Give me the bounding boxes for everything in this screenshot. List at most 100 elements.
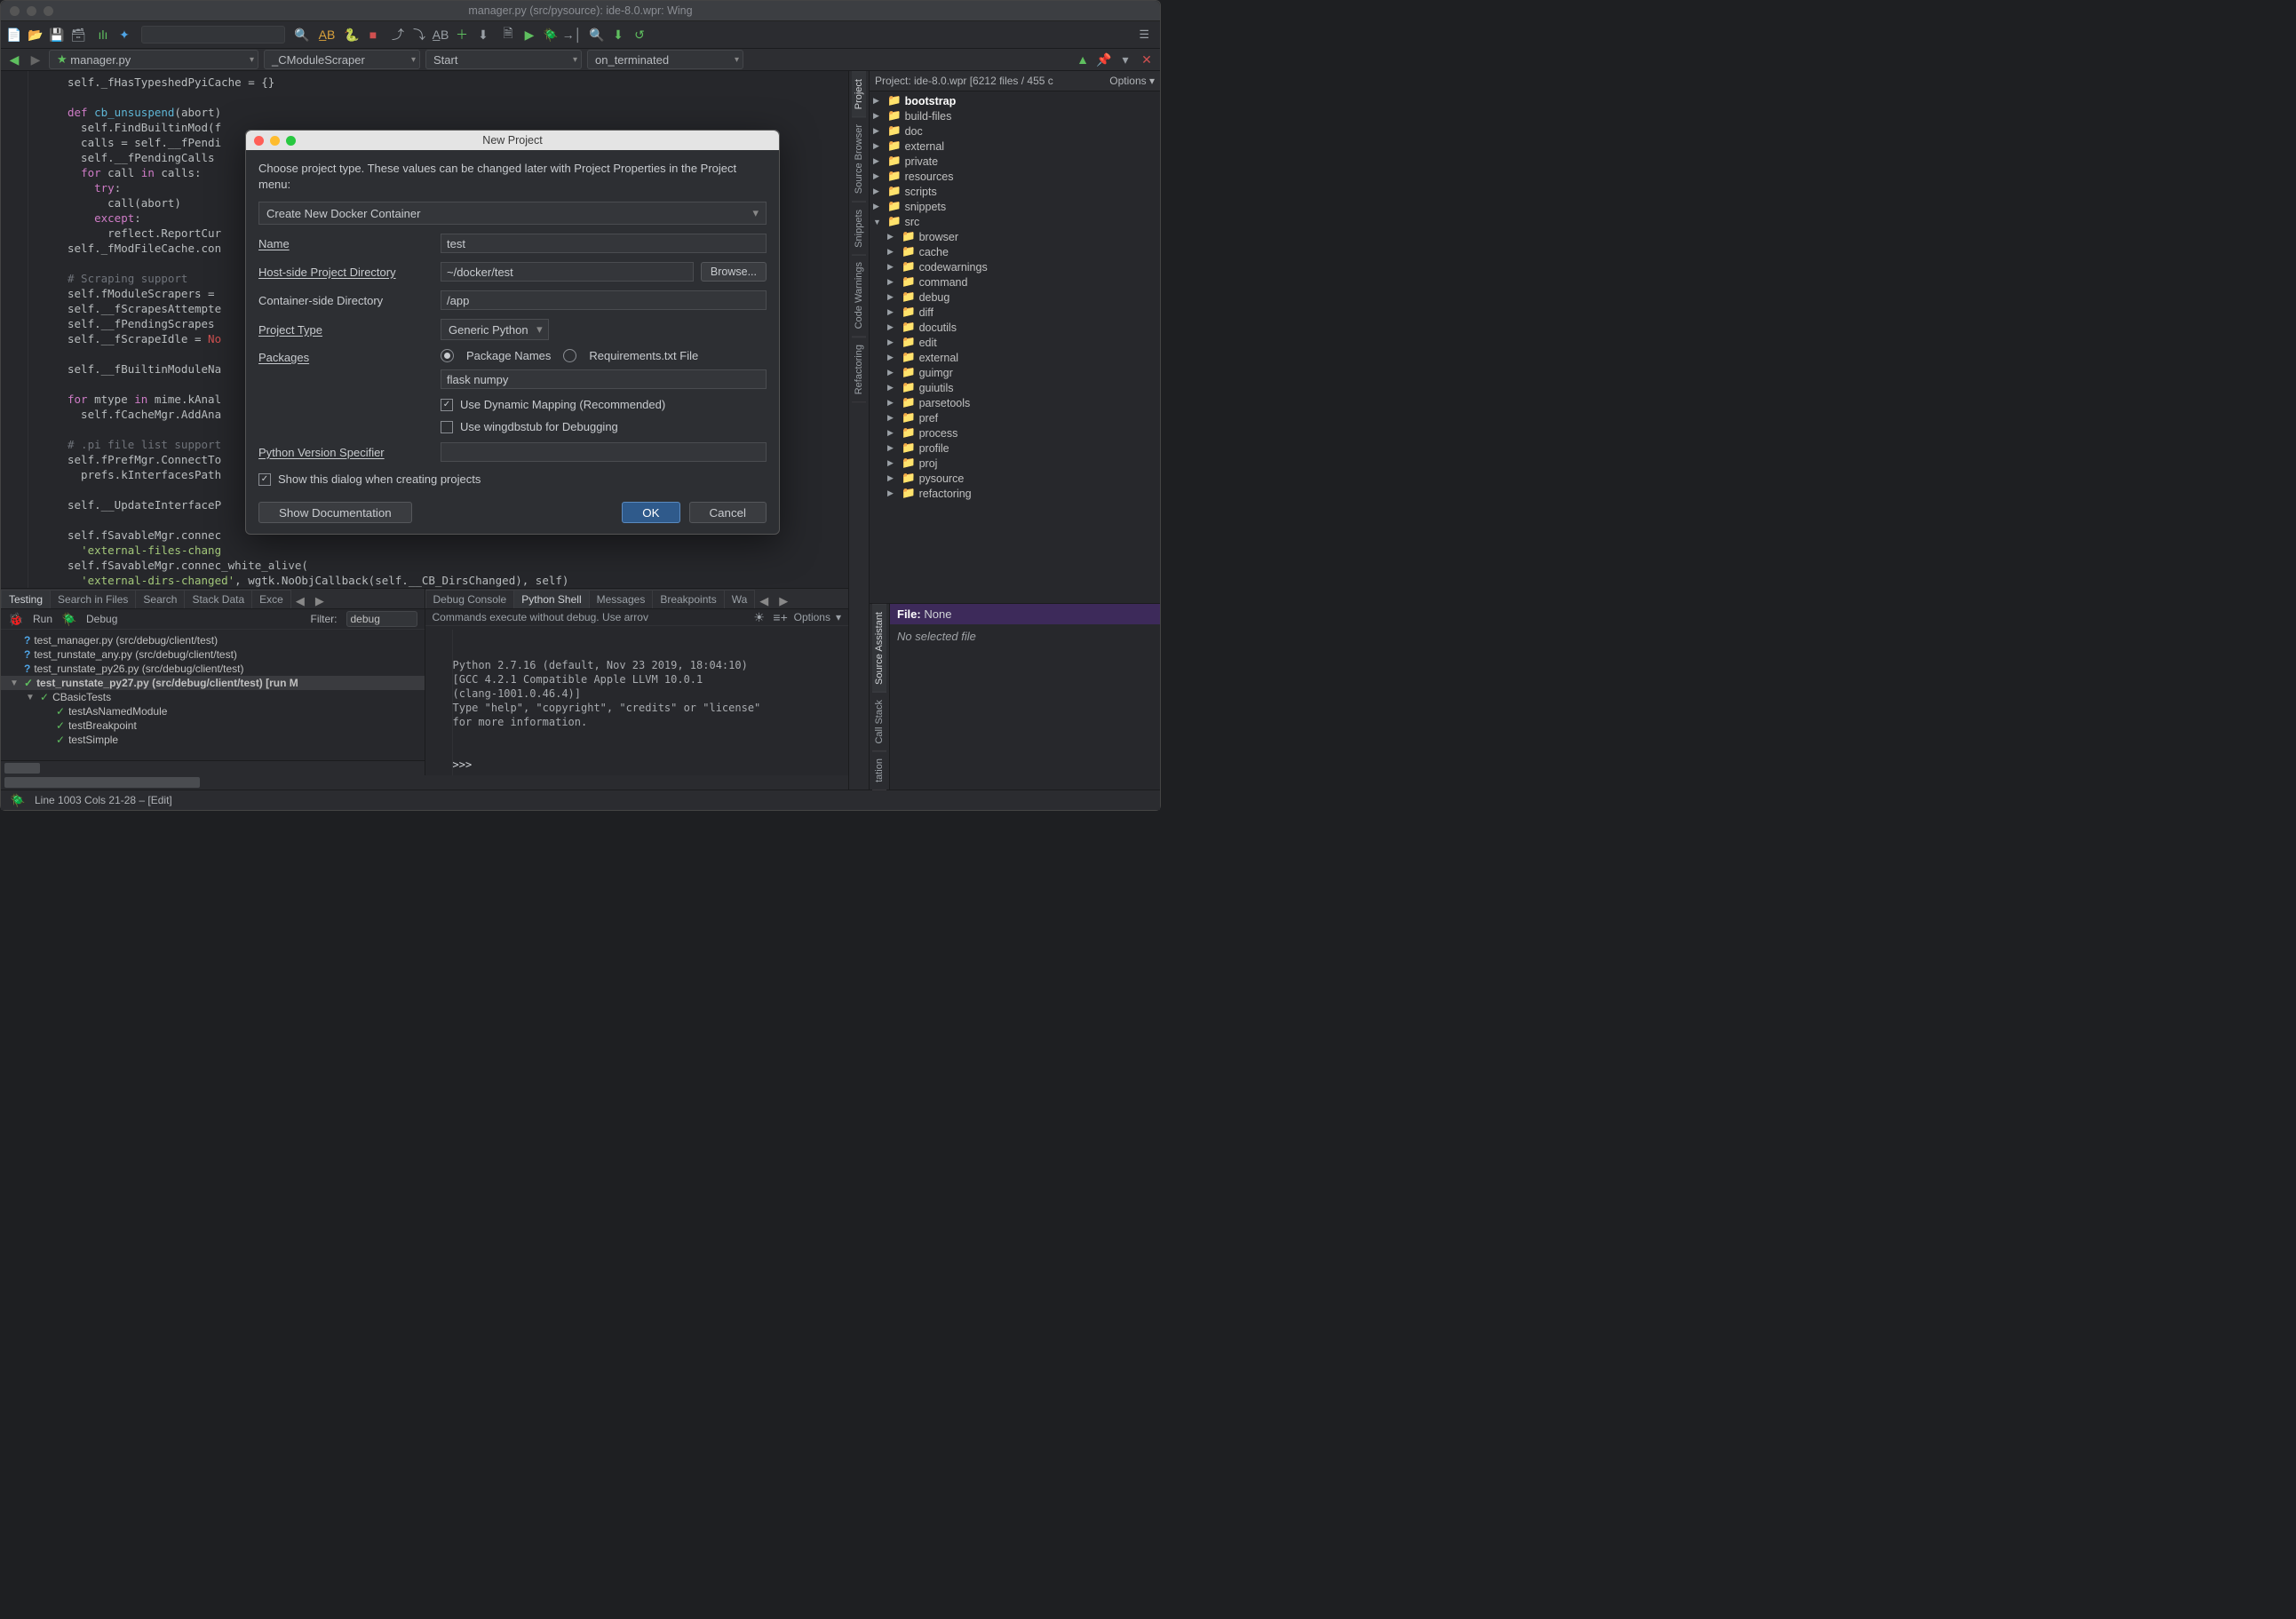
nav-back-icon[interactable]: ◀ xyxy=(6,52,22,67)
vtab-project[interactable]: Project xyxy=(852,71,866,117)
project-item-diff[interactable]: ▶📁diff xyxy=(870,305,1160,320)
test-row[interactable]: ? test_runstate_py26.py (src/debug/clien… xyxy=(1,662,425,676)
test-row[interactable]: ✓ testSimple xyxy=(1,733,425,747)
project-item-pref[interactable]: ▶📁pref xyxy=(870,410,1160,425)
vertical-tabs-bottom[interactable]: Source AssistantCall Stacktation xyxy=(870,604,890,790)
project-item-command[interactable]: ▶📁command xyxy=(870,274,1160,290)
stop-icon[interactable]: ■ xyxy=(365,27,381,43)
project-type-combo[interactable]: Create New Docker Container xyxy=(258,202,767,225)
tabs-next-icon[interactable]: ▶ xyxy=(310,594,330,608)
add-icon[interactable]: ＋ xyxy=(454,27,470,43)
project-item-process[interactable]: ▶📁process xyxy=(870,425,1160,440)
vtab-source-assistant[interactable]: Source Assistant xyxy=(872,604,886,693)
minimize-icon[interactable]: ▾ xyxy=(1117,52,1133,67)
bottom-left-tabs[interactable]: TestingSearch in FilesSearchStack DataEx… xyxy=(1,589,425,609)
test-row[interactable]: ? test_manager.py (src/debug/client/test… xyxy=(1,633,425,647)
project-options[interactable]: Options xyxy=(1109,75,1146,87)
filter-input[interactable] xyxy=(346,611,417,627)
ab-icon[interactable]: A̲B xyxy=(433,27,449,43)
project-item-src[interactable]: ▼📁src xyxy=(870,214,1160,229)
menu-icon[interactable]: ☰ xyxy=(1139,28,1155,42)
run-label[interactable]: Run xyxy=(33,613,52,625)
radio-requirements[interactable] xyxy=(563,349,576,362)
project-item-docutils[interactable]: ▶📁docutils xyxy=(870,320,1160,335)
zoom-icon[interactable]: 🔍 xyxy=(589,27,605,43)
vtab-refactoring[interactable]: Refactoring xyxy=(852,337,866,402)
project-item-doc[interactable]: ▶📁doc xyxy=(870,123,1160,139)
save-all-icon[interactable]: 🗃 xyxy=(70,27,86,43)
generic-python-combo[interactable]: Generic Python xyxy=(441,319,549,340)
tab-search-in-files[interactable]: Search in Files xyxy=(50,590,136,608)
tab-testing[interactable]: Testing xyxy=(1,590,51,608)
project-item-parsetools[interactable]: ▶📁parsetools xyxy=(870,395,1160,410)
run-icon[interactable]: ▶ xyxy=(521,27,537,43)
tab-exce[interactable]: Exce xyxy=(251,590,291,608)
wingdbstub-checkbox[interactable] xyxy=(441,421,453,433)
project-item-guimgr[interactable]: ▶📁guimgr xyxy=(870,365,1160,380)
project-item-proj[interactable]: ▶📁proj xyxy=(870,456,1160,471)
vtab-call-stack[interactable]: Call Stack xyxy=(872,692,886,752)
vtab-code-warnings[interactable]: Code Warnings xyxy=(852,254,866,337)
test-row[interactable]: ▼✓ CBasicTests xyxy=(1,690,425,704)
shell-add-icon[interactable]: ≡+ xyxy=(773,609,789,625)
method-dropdown[interactable]: Start xyxy=(425,50,582,69)
tab-python-shell[interactable]: Python Shell xyxy=(513,590,589,608)
vtab-source-browser[interactable]: Source Browser xyxy=(852,116,866,202)
test-row[interactable]: ✓ testBreakpoint xyxy=(1,718,425,733)
project-item-external[interactable]: ▶📁external xyxy=(870,350,1160,365)
tab-stack-data[interactable]: Stack Data xyxy=(184,590,252,608)
project-item-snippets[interactable]: ▶📁snippets xyxy=(870,199,1160,214)
project-item-scripts[interactable]: ▶📁scripts xyxy=(870,184,1160,199)
dynamic-mapping-checkbox[interactable] xyxy=(441,399,453,411)
project-item-bootstrap[interactable]: ▶📁bootstrap xyxy=(870,93,1160,108)
project-item-edit[interactable]: ▶📁edit xyxy=(870,335,1160,350)
vtab-snippets[interactable]: Snippets xyxy=(852,202,866,256)
bug-status-icon[interactable]: 🪲 xyxy=(10,792,26,808)
step-in-icon[interactable]: ⤵ xyxy=(411,27,427,43)
project-item-codewarnings[interactable]: ▶📁codewarnings xyxy=(870,259,1160,274)
cdir-input[interactable] xyxy=(441,290,767,310)
refactor-icon[interactable]: ılı xyxy=(95,27,111,43)
tab-messages[interactable]: Messages xyxy=(589,590,654,608)
shell-options-arrow[interactable]: ▾ xyxy=(836,611,841,623)
show-documentation-button[interactable]: Show Documentation xyxy=(258,502,412,523)
show-dialog-checkbox[interactable] xyxy=(258,473,271,486)
vtab-tation[interactable]: tation xyxy=(872,750,886,790)
project-item-build-files[interactable]: ▶📁build-files xyxy=(870,108,1160,123)
project-item-refactoring[interactable]: ▶📁refactoring xyxy=(870,486,1160,501)
test-row[interactable]: ✓ testAsNamedModule xyxy=(1,704,425,718)
ok-button[interactable]: OK xyxy=(622,502,679,523)
tab-breakpoints[interactable]: Breakpoints xyxy=(652,590,724,608)
close-editor-icon[interactable]: ✕ xyxy=(1139,52,1155,67)
vertical-tabs[interactable]: ProjectSource BrowserSnippetsCode Warnin… xyxy=(849,71,870,790)
hostdir-input[interactable] xyxy=(441,262,694,282)
warning-icon[interactable]: ▲ xyxy=(1075,52,1091,67)
debug-run-icon[interactable]: 🪲 xyxy=(61,611,77,627)
project-item-profile[interactable]: ▶📁profile xyxy=(870,440,1160,456)
save-icon[interactable]: 💾 xyxy=(49,27,65,43)
down-arrow-icon[interactable]: ⬇ xyxy=(610,27,626,43)
project-item-resources[interactable]: ▶📁resources xyxy=(870,169,1160,184)
tabs-next-icon[interactable]: ▶ xyxy=(774,594,793,608)
cancel-button[interactable]: Cancel xyxy=(689,502,767,523)
radio-package-names[interactable] xyxy=(441,349,454,362)
project-tree[interactable]: ▶📁bootstrap▶📁build-files▶📁doc▶📁external▶… xyxy=(870,91,1160,603)
document-icon[interactable]: 🗎 xyxy=(500,27,516,43)
browse-button[interactable]: Browse... xyxy=(701,262,767,282)
tabs-prev-icon[interactable]: ◀ xyxy=(290,594,310,608)
tab-wa[interactable]: Wa xyxy=(724,590,756,608)
project-item-debug[interactable]: ▶📁debug xyxy=(870,290,1160,305)
find-replace-icon[interactable]: A̲B xyxy=(319,27,335,43)
callback-dropdown[interactable]: on_terminated xyxy=(587,50,743,69)
sync-icon[interactable]: ↺ xyxy=(632,27,647,43)
continue-icon[interactable]: →│ xyxy=(564,27,580,43)
editor-hscroll[interactable] xyxy=(1,775,848,790)
project-item-guiutils[interactable]: ▶📁guiutils xyxy=(870,380,1160,395)
search-icon[interactable]: 🔍 xyxy=(294,27,310,43)
magic-icon[interactable]: ✦ xyxy=(116,27,132,43)
class-dropdown[interactable]: _CModuleScraper xyxy=(264,50,420,69)
file-dropdown[interactable]: ★ manager.py xyxy=(49,50,258,69)
step-out-icon[interactable]: ⤴ xyxy=(390,27,406,43)
debug-label[interactable]: Debug xyxy=(86,613,117,625)
tabs-prev-icon[interactable]: ◀ xyxy=(754,594,774,608)
